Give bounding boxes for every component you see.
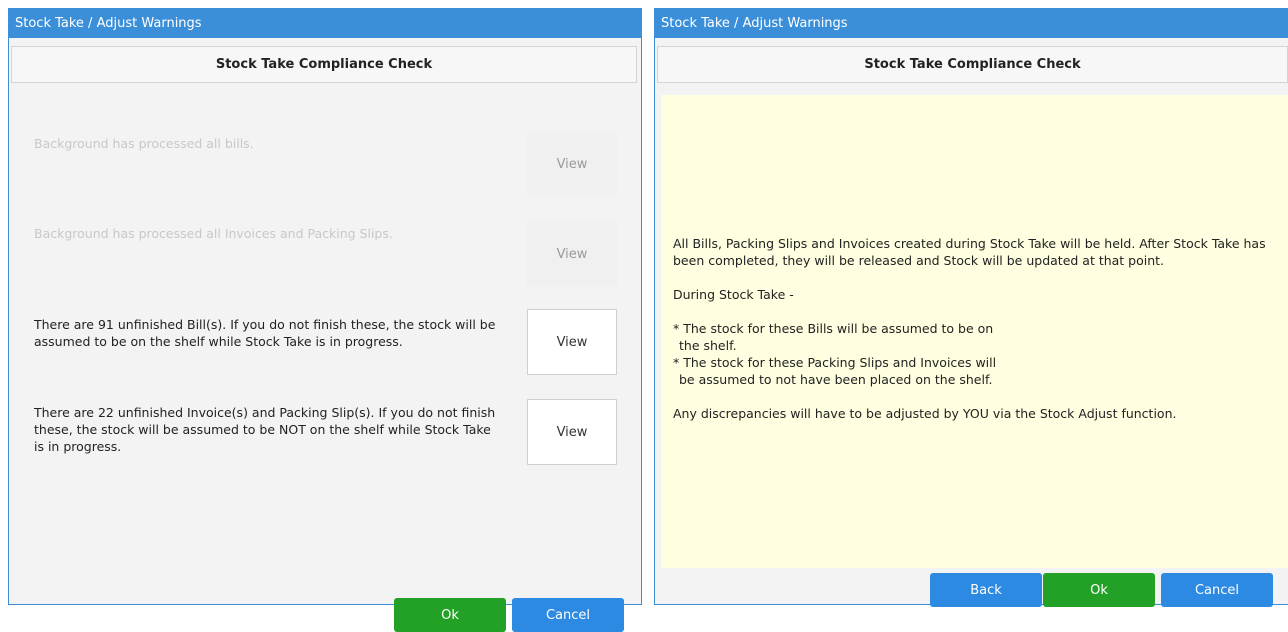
bullet-bills-line1: * The stock for these Bills will be assu… — [673, 321, 994, 336]
ok-button[interactable]: Ok — [394, 598, 506, 632]
ok-button[interactable]: Ok — [1043, 573, 1155, 607]
cancel-button[interactable]: Cancel — [512, 598, 624, 632]
bullet-invoices-line1: * The stock for these Packing Slips and … — [673, 355, 997, 370]
check-invoices-processed-text: Background has processed all Invoices an… — [34, 226, 393, 241]
notice-paragraph-held: All Bills, Packing Slips and Invoices cr… — [673, 236, 1266, 268]
stock-take-notice-dialog: Stock Take / Adjust Warnings Stock Take … — [654, 8, 1288, 607]
view-unfinished-invoices-button[interactable]: View — [527, 399, 617, 465]
compliance-check-header: Stock Take Compliance Check — [11, 46, 637, 83]
compliance-check-header: Stock Take Compliance Check — [657, 46, 1288, 83]
view-invoices-processed-button[interactable]: View — [527, 221, 617, 287]
unfinished-bills-text: There are 91 unfinished Bill(s). If you … — [34, 317, 496, 349]
stock-take-notice-panel: All Bills, Packing Slips and Invoices cr… — [661, 95, 1288, 568]
bullet-invoices-line2: be assumed to not have been placed on th… — [679, 372, 993, 387]
unfinished-invoices-text: There are 22 unfinished Invoice(s) and P… — [34, 405, 496, 454]
notice-paragraph-discrepancies: Any discrepancies will have to be adjust… — [673, 406, 1177, 421]
cancel-button[interactable]: Cancel — [1161, 573, 1273, 607]
notice-bullets: * The stock for these Bills will be assu… — [673, 320, 1272, 388]
check-bills-processed-text: Background has processed all bills. — [34, 136, 254, 151]
bullet-bills-line2: the shelf. — [679, 338, 737, 353]
stock-take-warnings-dialog: Stock Take / Adjust Warnings Stock Take … — [8, 8, 642, 632]
dialog-title: Stock Take / Adjust Warnings — [9, 9, 641, 38]
back-button[interactable]: Back — [930, 573, 1042, 607]
dialog-title: Stock Take / Adjust Warnings — [655, 9, 1288, 38]
notice-paragraph-during: During Stock Take - — [673, 287, 794, 302]
view-bills-processed-button[interactable]: View — [527, 131, 617, 197]
view-unfinished-bills-button[interactable]: View — [527, 309, 617, 375]
